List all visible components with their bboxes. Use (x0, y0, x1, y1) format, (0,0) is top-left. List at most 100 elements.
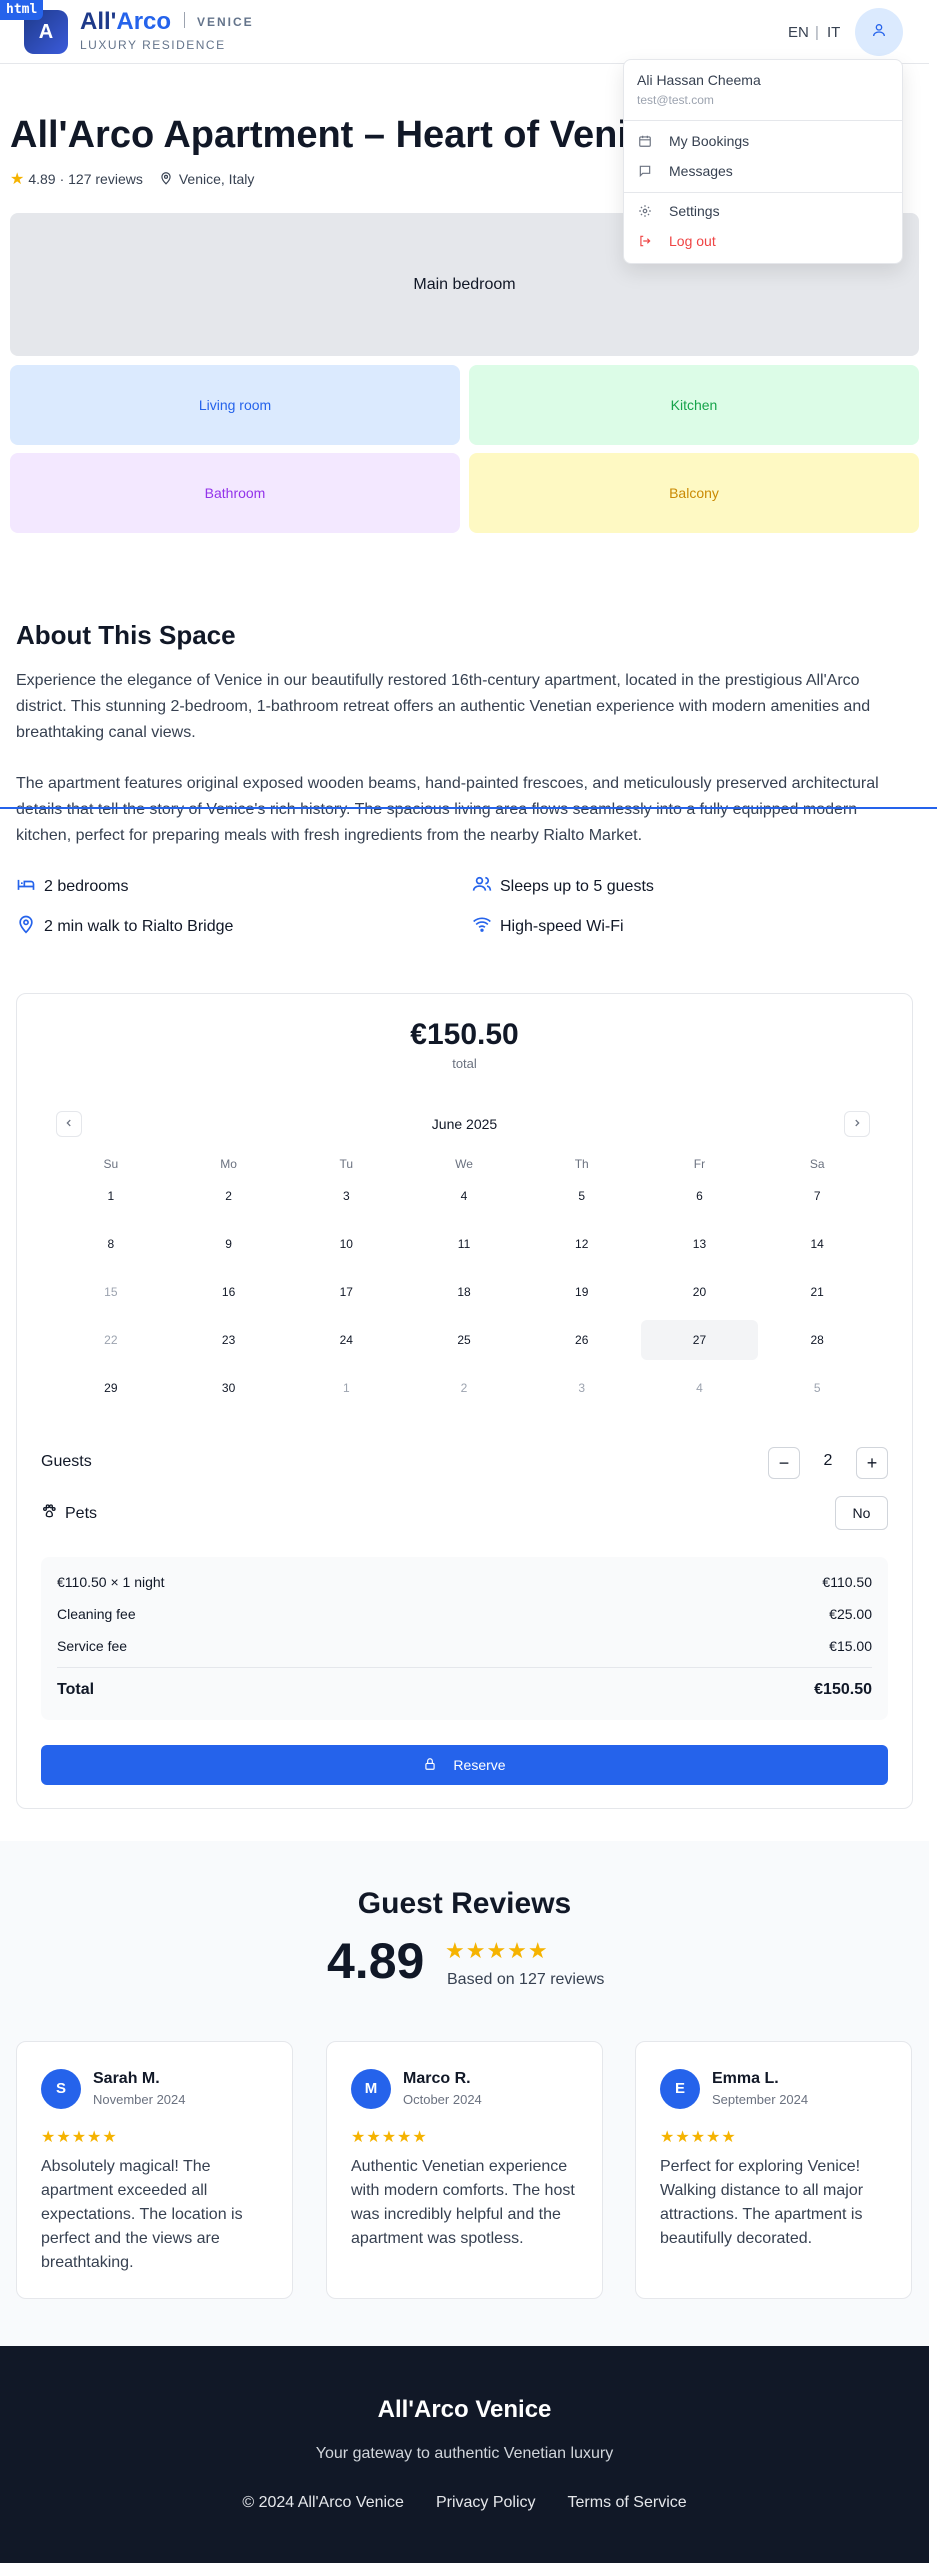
calendar-week: 8 9 10 11 12 13 14 (52, 1220, 876, 1268)
feature-guests: Sleeps up to 5 guests (472, 874, 654, 899)
reviews-score: 4.89 (327, 1933, 425, 1989)
calendar-week: 1234567 (52, 1172, 876, 1220)
calendar-day[interactable]: 19 (523, 1272, 641, 1312)
calendar-day[interactable]: 2 (170, 1176, 288, 1216)
map-pin-icon (159, 171, 179, 188)
guests-decrement-button[interactable]: − (768, 1447, 800, 1479)
calendar-day[interactable]: 23 (170, 1320, 288, 1360)
reviews-stars: ★★★★★ (445, 1938, 549, 1963)
listing-meta: ★ 4.89 · 127 reviews Venice, Italy (10, 169, 254, 189)
calendar-day[interactable]: 27 (640, 1320, 759, 1360)
user-dropdown-menu: Ali Hassan Cheema test@test.com My Booki… (623, 59, 903, 264)
message-icon (637, 163, 653, 179)
calendar-day[interactable]: 7 (758, 1176, 876, 1216)
brand-name-part1: All' (80, 8, 117, 35)
reserve-button[interactable]: Reserve (41, 1745, 888, 1785)
brand[interactable]: All'Arco VENICE LUXURY RESIDENCE (80, 8, 254, 52)
calendar-day[interactable]: 11 (405, 1224, 523, 1264)
calendar-day: 22 (104, 1333, 118, 1347)
reviews-count[interactable]: · 127 reviews (60, 171, 143, 187)
menu-item-label: Settings (669, 203, 720, 219)
calendar-day[interactable]: 17 (287, 1272, 405, 1312)
review-date: October 2024 (403, 2092, 482, 2107)
calendar-day[interactable]: 4 (405, 1176, 523, 1216)
calendar-day[interactable]: 16 (170, 1272, 288, 1312)
calendar-day[interactable]: 21 (758, 1272, 876, 1312)
calendar-day[interactable]: 13 (641, 1224, 759, 1264)
pets-toggle[interactable]: No (835, 1496, 888, 1530)
feature-label: 2 bedrooms (44, 877, 129, 895)
menu-item-logout[interactable]: Log out (624, 226, 902, 256)
privacy-policy-link[interactable]: Privacy Policy (436, 2494, 536, 2512)
calendar-day[interactable]: 26 (523, 1320, 641, 1360)
calendar-day: 3 (578, 1381, 586, 1395)
calendar-weekday: We (455, 1157, 473, 1171)
guests-increment-button[interactable]: + (856, 1447, 888, 1479)
review-text: Absolutely magical! The apartment exceed… (41, 2158, 243, 2271)
dropdown-divider (624, 192, 902, 193)
calendar-day[interactable]: 5 (523, 1176, 641, 1216)
reviewer-name: Sarah M. (93, 2070, 160, 2087)
calendar-day[interactable]: 10 (287, 1224, 405, 1264)
summary-label: €110.50 × 1 night (57, 1574, 165, 1590)
menu-item-label: Log out (669, 233, 716, 249)
menu-item-my-bookings[interactable]: My Bookings (624, 126, 902, 156)
gear-icon (637, 203, 653, 219)
about-heading: About This Space (16, 620, 236, 650)
calendar-day[interactable]: 9 (170, 1224, 288, 1264)
photo-balcony[interactable]: Balcony (469, 453, 919, 533)
calendar-weekday: Fr (693, 1157, 706, 1171)
pets-row: Pets (41, 1503, 97, 1524)
calendar-day[interactable]: 28 (758, 1320, 876, 1360)
photo-living-room[interactable]: Living room (10, 365, 460, 445)
calendar-day[interactable]: 12 (523, 1224, 641, 1264)
map-pin-icon (16, 914, 44, 939)
avatar: M (351, 2069, 391, 2109)
menu-item-label: Messages (669, 163, 733, 179)
calendar-day[interactable]: 1 (52, 1176, 170, 1216)
user-menu-button[interactable] (855, 8, 903, 56)
calendar-day: 5 (813, 1381, 821, 1395)
calendar-day[interactable]: 18 (405, 1272, 523, 1312)
photo-bathroom[interactable]: Bathroom (10, 453, 460, 533)
terms-of-service-link[interactable]: Terms of Service (568, 2494, 687, 2512)
menu-item-label: My Bookings (669, 133, 750, 149)
calendar-next-button[interactable] (844, 1111, 870, 1137)
calendar-day[interactable]: 30 (170, 1368, 288, 1408)
reviewer-name: Emma L. (712, 2070, 779, 2087)
lang-separator: | (815, 24, 819, 41)
feature-location: 2 min walk to Rialto Bridge (16, 914, 233, 939)
avatar: S (41, 2069, 81, 2109)
menu-item-messages[interactable]: Messages (624, 156, 902, 186)
calendar-day[interactable]: 25 (405, 1320, 523, 1360)
dropdown-user-name: Ali Hassan Cheema (637, 72, 761, 88)
calendar-day[interactable]: 24 (287, 1320, 405, 1360)
calendar-day[interactable]: 3 (287, 1176, 405, 1216)
overlay-line (0, 807, 937, 809)
calendar-day[interactable]: 14 (758, 1224, 876, 1264)
review-date: September 2024 (712, 2092, 809, 2107)
lang-it-button[interactable]: IT (827, 24, 840, 41)
summary-total-label: Total (57, 1681, 95, 1698)
review-text: Authentic Venetian experience with moder… (351, 2158, 575, 2247)
feature-bedrooms: 2 bedrooms (16, 874, 129, 899)
summary-service-row: Service fee €15.00 (57, 1638, 872, 1654)
footer-links: © 2024 All'Arco Venice Privacy Policy Te… (0, 2494, 929, 2512)
footer-title: All'Arco Venice (377, 2396, 552, 2423)
calendar-day[interactable]: 20 (641, 1272, 759, 1312)
reviewer-name: Marco R. (403, 2070, 471, 2087)
user-icon (871, 22, 887, 43)
summary-label: Service fee (57, 1638, 128, 1654)
summary-value: €110.50 (822, 1574, 872, 1590)
avatar: E (660, 2069, 700, 2109)
lang-en-button[interactable]: EN (788, 24, 809, 41)
calendar-day[interactable]: 29 (52, 1368, 170, 1408)
calendar-day[interactable]: 8 (52, 1224, 170, 1264)
calendar-week: 29 30 1 2 3 4 5 (52, 1364, 876, 1412)
summary-value: €25.00 (829, 1606, 872, 1622)
photo-kitchen[interactable]: Kitchen (469, 365, 919, 445)
summary-divider (57, 1667, 872, 1668)
menu-item-settings[interactable]: Settings (624, 196, 902, 226)
chevron-right-icon (852, 1115, 862, 1133)
calendar-day[interactable]: 6 (641, 1176, 759, 1216)
